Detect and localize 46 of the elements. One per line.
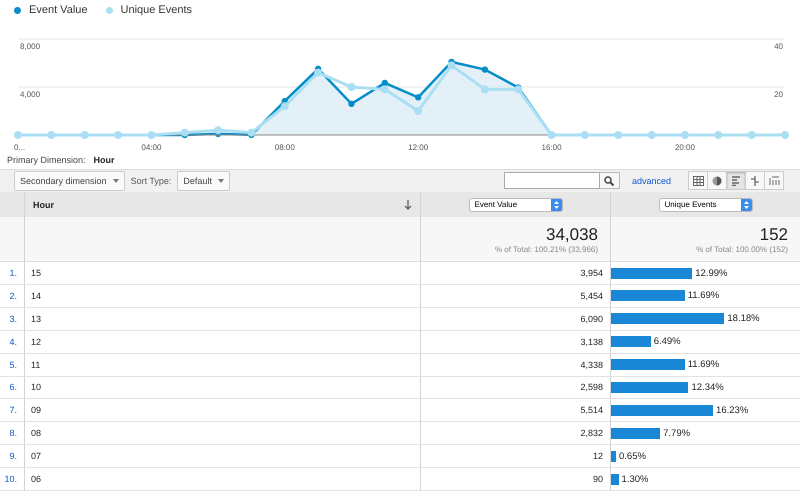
x-tick-label: 04:00: [141, 143, 162, 152]
sort-type-label: Sort Type:: [130, 176, 172, 186]
table-cell: 2,598: [420, 376, 610, 400]
percent-value: 0.65%: [619, 450, 646, 462]
total-value: 34,038: [546, 224, 598, 245]
y-tick-label: 8,000: [20, 42, 40, 51]
percent-value: 1.30%: [622, 474, 648, 485]
row-number: 3.: [0, 308, 24, 331]
row-number: 1.: [0, 262, 24, 285]
row-number: 4.: [0, 330, 24, 354]
percent-value: 11.69%: [688, 359, 720, 370]
table-cell: 6,090: [420, 308, 610, 331]
y-tick-label: 20: [774, 90, 783, 99]
x-tick-label: 16:00: [542, 143, 562, 152]
row-number: 8.: [0, 422, 24, 446]
total-value: 152: [760, 224, 788, 245]
percent-value: 12.99%: [695, 268, 728, 279]
row-number: 5.: [0, 354, 24, 377]
y-tick-label: 4,000: [20, 90, 40, 99]
table-cell: 4,338: [420, 354, 610, 377]
table-cell: 90: [420, 468, 610, 491]
row-number: 2.: [0, 284, 24, 308]
y-tick-label: 40: [774, 42, 783, 51]
table-cell: 5,454: [420, 284, 610, 308]
x-tick-label: 0...: [14, 143, 26, 152]
percent-value: 6.49%: [654, 336, 681, 348]
row-number: 10.: [0, 468, 24, 491]
percent-value: 12.34%: [691, 382, 724, 393]
x-tick-label: 20:00: [674, 143, 695, 152]
x-tick-label: 12:00: [408, 143, 428, 152]
percent-value: 7.79%: [663, 428, 690, 439]
percent-value: 16.23%: [716, 404, 748, 416]
table-cell: 12: [420, 445, 610, 468]
row-number: 7.: [0, 399, 24, 422]
x-tick-label: 08:00: [274, 143, 295, 152]
row-number: 9.: [0, 445, 24, 468]
percent-value: 18.18%: [727, 313, 760, 324]
total-note: % of Total: 100.00% (152): [696, 244, 788, 254]
table-cell: 5,514: [420, 399, 610, 422]
table-cell: 2,832: [420, 422, 610, 446]
percent-value: 11.69%: [688, 290, 720, 302]
row-number: 6.: [0, 376, 24, 400]
table-cell: 3,138: [420, 330, 610, 354]
table-cell: 3,954: [420, 262, 610, 285]
primary-dimension-label: Primary Dimension:: [7, 154, 86, 165]
total-note: % of Total: 100.21% (33,966): [494, 244, 598, 254]
